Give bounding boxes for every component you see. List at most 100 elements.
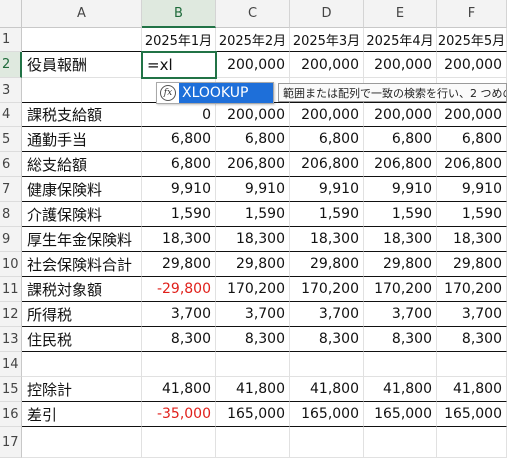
column-header-b[interactable]: B [142, 0, 216, 28]
cell-d11[interactable]: 170,200 [290, 277, 364, 302]
cell-e17[interactable] [364, 427, 437, 458]
row-header-5[interactable]: 5 [0, 127, 22, 152]
cell-a2[interactable]: 役員報酬 [22, 52, 142, 78]
cell-a13[interactable]: 住民税 [22, 327, 142, 352]
cell-c5[interactable]: 6,800 [216, 127, 290, 152]
cell-f6[interactable]: 206,800 [437, 152, 507, 177]
cell-c6[interactable]: 206,800 [216, 152, 290, 177]
cell-a12[interactable]: 所得税 [22, 302, 142, 327]
row-header-8[interactable]: 8 [0, 202, 22, 227]
column-header-f[interactable]: F [437, 0, 507, 28]
cell-d10[interactable]: 29,800 [290, 252, 364, 277]
row-header-6[interactable]: 6 [0, 152, 22, 177]
cell-d13[interactable]: 8,300 [290, 327, 364, 352]
cell-f14[interactable] [437, 352, 507, 377]
cell-c17[interactable] [216, 427, 290, 458]
cell-b8[interactable]: 1,590 [142, 202, 216, 227]
cell-d5[interactable]: 6,800 [290, 127, 364, 152]
cell-c8[interactable]: 1,590 [216, 202, 290, 227]
cell-c11[interactable]: 170,200 [216, 277, 290, 302]
cell-e12[interactable]: 3,700 [364, 302, 437, 327]
cell-a3[interactable] [22, 78, 142, 103]
cell-f5[interactable]: 6,800 [437, 127, 507, 152]
cell-e10[interactable]: 29,800 [364, 252, 437, 277]
row-header-11[interactable]: 11 [0, 277, 22, 302]
cell-e16[interactable]: 165,000 [364, 402, 437, 427]
cell-d6[interactable]: 206,800 [290, 152, 364, 177]
cell-e11[interactable]: 170,200 [364, 277, 437, 302]
row-header-13[interactable]: 13 [0, 327, 22, 352]
cell-f7[interactable]: 9,910 [437, 177, 507, 202]
cell-e9[interactable]: 18,300 [364, 227, 437, 252]
cell-f13[interactable]: 8,300 [437, 327, 507, 352]
cell-a9[interactable]: 厚生年金保険料 [22, 227, 142, 252]
column-header-d[interactable]: D [290, 0, 364, 28]
cell-c12[interactable]: 3,700 [216, 302, 290, 327]
cell-b11[interactable]: -29,800 [142, 277, 216, 302]
cell-a4[interactable]: 課税支給額 [22, 103, 142, 127]
cell-b13[interactable]: 8,300 [142, 327, 216, 352]
cell-b6[interactable]: 6,800 [142, 152, 216, 177]
cell-c14[interactable] [216, 352, 290, 377]
cell-f15[interactable]: 41,800 [437, 377, 507, 402]
cell-d2[interactable]: 200,000 [290, 52, 364, 78]
cell-f2[interactable]: 200,000 [437, 52, 507, 78]
cell-f9[interactable]: 18,300 [437, 227, 507, 252]
cell-e6[interactable]: 206,800 [364, 152, 437, 177]
cell-d9[interactable]: 18,300 [290, 227, 364, 252]
cell-b10[interactable]: 29,800 [142, 252, 216, 277]
cell-f17[interactable] [437, 427, 507, 458]
cell-a5[interactable]: 通勤手当 [22, 127, 142, 152]
cell-c15[interactable]: 41,800 [216, 377, 290, 402]
cell-e5[interactable]: 6,800 [364, 127, 437, 152]
cell-b4[interactable]: 0 [142, 103, 216, 127]
row-header-7[interactable]: 7 [0, 177, 22, 202]
cell-a14[interactable] [22, 352, 142, 377]
cell-b1[interactable]: 2025年1月 [142, 28, 216, 52]
cell-a8[interactable]: 介護保険料 [22, 202, 142, 227]
cell-c4[interactable]: 200,000 [216, 103, 290, 127]
cell-d4[interactable]: 200,000 [290, 103, 364, 127]
cell-e2[interactable]: 200,000 [364, 52, 437, 78]
cell-a17[interactable] [22, 427, 142, 458]
cell-b17[interactable] [142, 427, 216, 458]
cell-d14[interactable] [290, 352, 364, 377]
cell-e8[interactable]: 1,590 [364, 202, 437, 227]
row-header-17[interactable]: 17 [0, 427, 22, 458]
cell-c7[interactable]: 9,910 [216, 177, 290, 202]
cell-b5[interactable]: 6,800 [142, 127, 216, 152]
cell-e4[interactable]: 200,000 [364, 103, 437, 127]
cell-e15[interactable]: 41,800 [364, 377, 437, 402]
cell-a15[interactable]: 控除計 [22, 377, 142, 402]
cell-a10[interactable]: 社会保険料合計 [22, 252, 142, 277]
cell-d15[interactable]: 41,800 [290, 377, 364, 402]
cell-b7[interactable]: 9,910 [142, 177, 216, 202]
cell-f11[interactable]: 170,200 [437, 277, 507, 302]
cell-c1[interactable]: 2025年2月 [216, 28, 290, 52]
cell-e7[interactable]: 9,910 [364, 177, 437, 202]
cell-c10[interactable]: 29,800 [216, 252, 290, 277]
cell-f1[interactable]: 2025年5月 [437, 28, 507, 52]
autocomplete-item-xlookup[interactable]: XLOOKUP [179, 83, 273, 103]
cell-e13[interactable]: 8,300 [364, 327, 437, 352]
row-header-15[interactable]: 15 [0, 377, 22, 402]
row-header-14[interactable]: 14 [0, 352, 22, 377]
column-header-a[interactable]: A [22, 0, 142, 28]
row-header-12[interactable]: 12 [0, 302, 22, 327]
cell-d7[interactable]: 9,910 [290, 177, 364, 202]
cell-f8[interactable]: 1,590 [437, 202, 507, 227]
select-all-corner[interactable] [0, 0, 22, 28]
row-header-2[interactable]: 2 [0, 52, 22, 78]
column-header-c[interactable]: C [216, 0, 290, 28]
cell-a16[interactable]: 差引 [22, 402, 142, 427]
cell-b14[interactable] [142, 352, 216, 377]
cell-e14[interactable] [364, 352, 437, 377]
cell-a7[interactable]: 健康保険料 [22, 177, 142, 202]
cell-d1[interactable]: 2025年3月 [290, 28, 364, 52]
cell-a1[interactable] [22, 28, 142, 52]
cell-b16[interactable]: -35,000 [142, 402, 216, 427]
column-header-e[interactable]: E [364, 0, 437, 28]
active-cell-editor[interactable]: =xl [141, 51, 217, 79]
cell-b15[interactable]: 41,800 [142, 377, 216, 402]
cell-f10[interactable]: 29,800 [437, 252, 507, 277]
